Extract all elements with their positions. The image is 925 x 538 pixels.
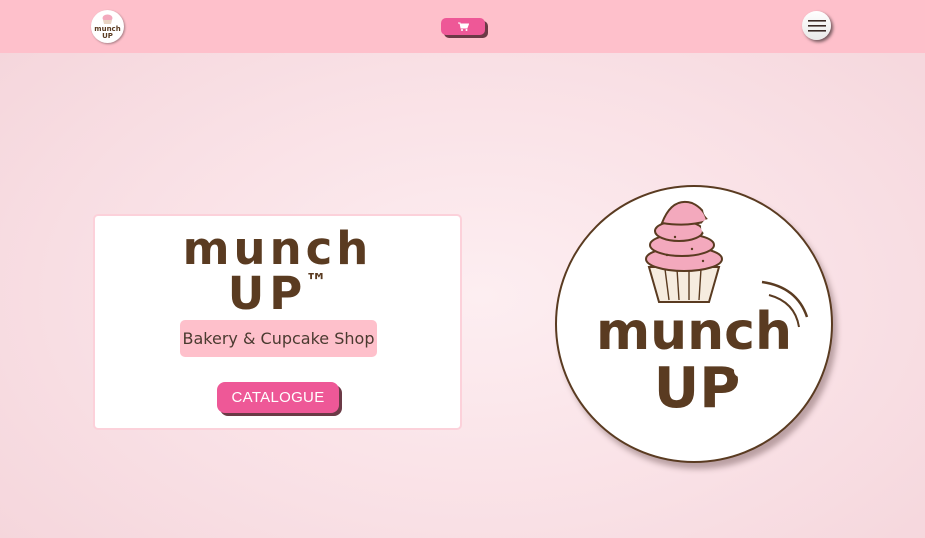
logo-text-up: UP — [654, 356, 741, 421]
tagline-badge: Bakery & Cupcake Shop — [180, 320, 377, 357]
top-navigation-bar: munch UP — [0, 0, 925, 53]
brand-title-up: UP™ — [95, 271, 460, 316]
cart-button[interactable] — [441, 18, 485, 35]
cupcake-icon: munch UP — [596, 197, 809, 421]
munch-up-mini-logo[interactable]: munch UP — [91, 10, 124, 43]
cupcake-icon: munch UP — [94, 14, 121, 40]
cart-icon — [457, 22, 469, 31]
catalogue-button[interactable]: CATALOGUE — [217, 382, 339, 413]
trademark-symbol: ™ — [305, 270, 328, 295]
brand-title-munch: munch — [182, 222, 373, 275]
munch-up-logo: munch UP — [555, 185, 833, 463]
hamburger-menu-icon — [807, 19, 826, 32]
mini-logo-text-up: UP — [102, 32, 113, 40]
hero-card: munch UP™ Bakery & Cupcake Shop CATALOGU… — [93, 214, 462, 430]
logo-text-munch: munch — [596, 302, 792, 362]
menu-button[interactable] — [802, 11, 831, 40]
brand-title-up-text: UP — [227, 267, 308, 320]
